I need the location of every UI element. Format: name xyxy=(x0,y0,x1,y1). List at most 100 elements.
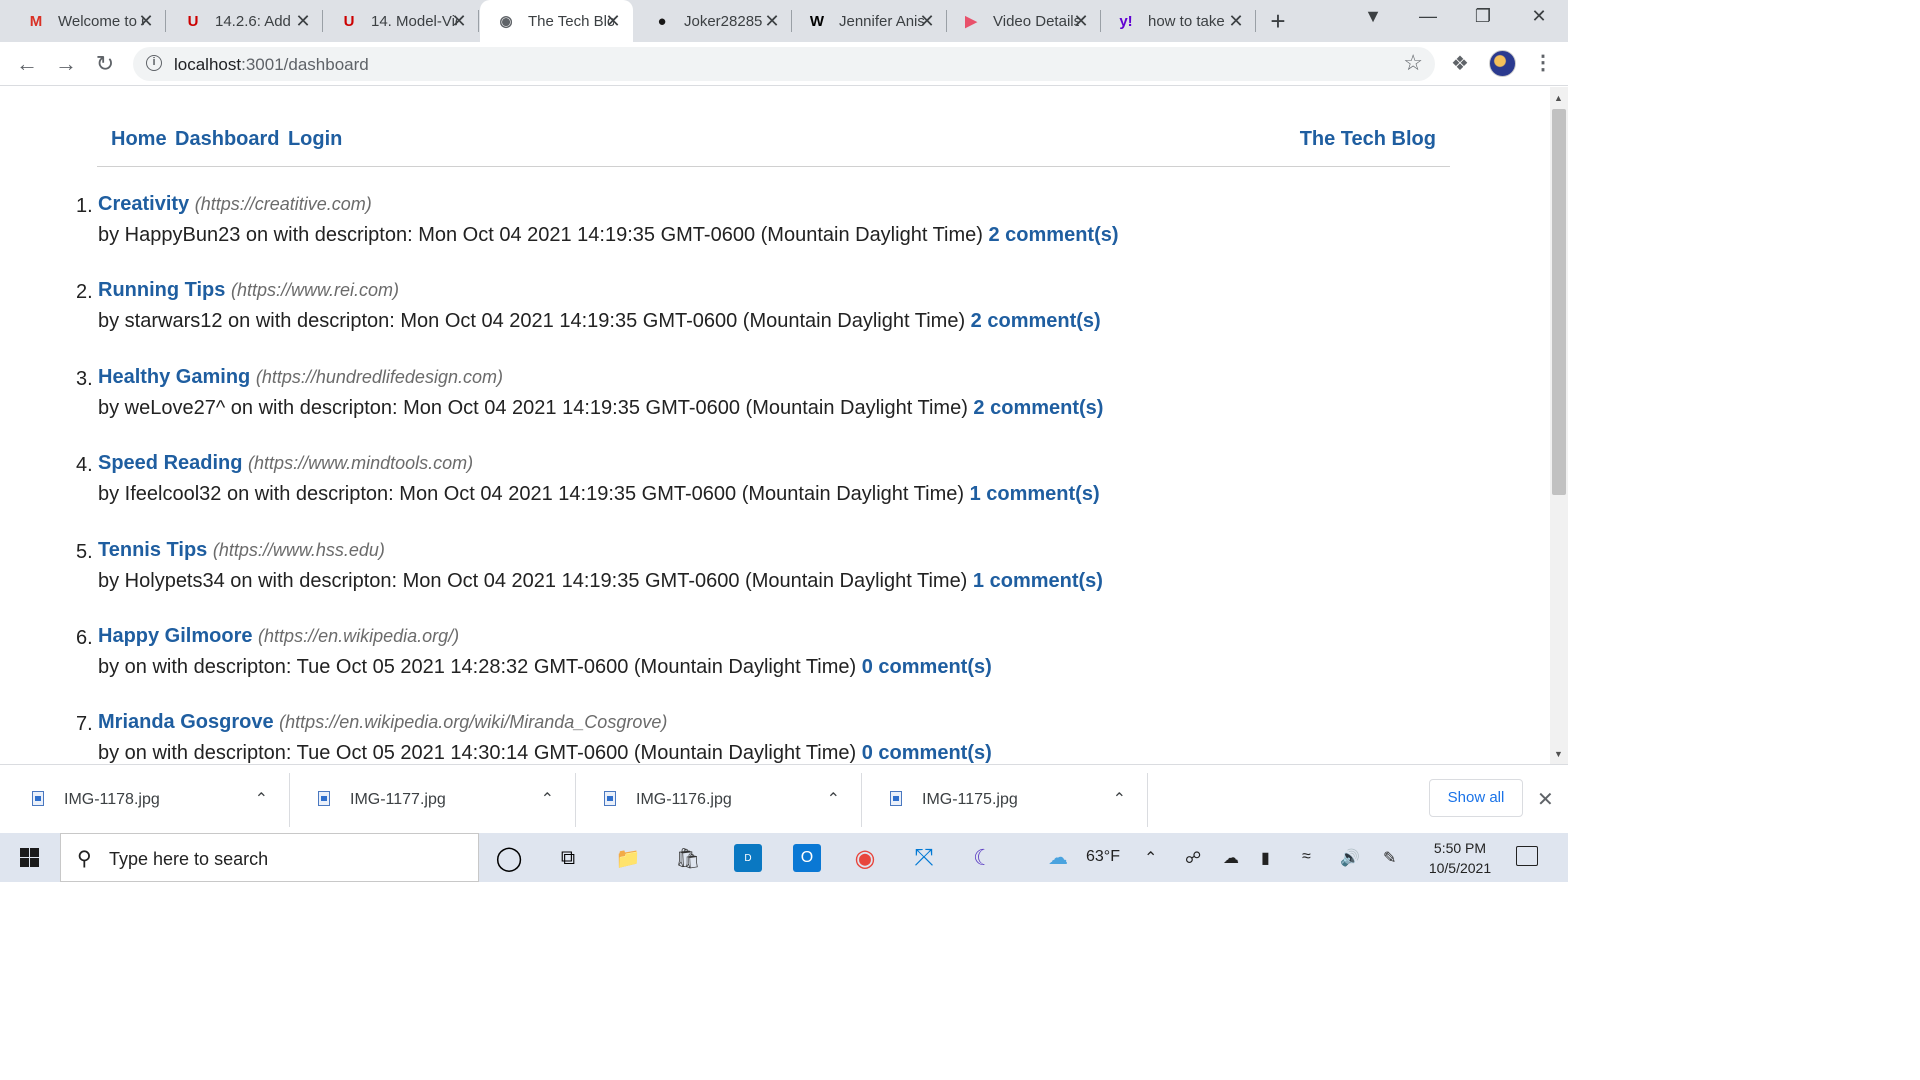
forward-button[interactable]: → xyxy=(52,50,80,78)
tab-search-icon[interactable]: ▼ xyxy=(1358,6,1388,27)
nav-login-link[interactable]: Login xyxy=(288,128,342,150)
post-title-link[interactable]: Happy Gilmoore xyxy=(98,625,252,647)
post-comments-link[interactable]: 0 comment(s) xyxy=(862,656,992,678)
restore-button[interactable]: ❐ xyxy=(1468,6,1498,27)
close-tab-icon[interactable]: ✕ xyxy=(136,11,156,32)
post-title-link[interactable]: Mrianda Gosgrove xyxy=(98,711,274,733)
nav-home-link[interactable]: Home xyxy=(111,128,167,150)
task-view-icon[interactable]: ⧉ xyxy=(554,844,582,872)
url-text[interactable]: localhost:3001/dashboard xyxy=(174,55,369,75)
chrome-icon[interactable]: ◉ xyxy=(851,844,879,872)
close-tab-icon[interactable]: ✕ xyxy=(1071,11,1091,32)
download-item[interactable]: IMG-1177.jpg ⌃ xyxy=(290,765,576,834)
system-clock[interactable]: 5:50 PM 10/5/2021 xyxy=(1420,838,1500,878)
browser-tab[interactable]: y! how to take ✕ xyxy=(1100,0,1256,42)
address-bar[interactable]: i localhost:3001/dashboard ☆ xyxy=(133,47,1435,81)
browser-tab[interactable]: W Jennifer Aniston✕ xyxy=(791,0,947,42)
cortana-blue-icon[interactable]: O xyxy=(793,844,821,872)
post-comments-link[interactable]: 2 comment(s) xyxy=(973,397,1103,419)
post-number: 3. xyxy=(76,367,93,390)
app-moon-icon[interactable]: ☾ xyxy=(969,844,997,872)
site-brand-link[interactable]: The Tech Blog xyxy=(1300,128,1436,150)
pen-icon[interactable]: ✎ xyxy=(1383,848,1396,868)
post-title-link[interactable]: Running Tips xyxy=(98,279,225,301)
scrollbar-thumb[interactable] xyxy=(1552,109,1566,495)
download-item[interactable]: IMG-1178.jpg ⌃ xyxy=(4,765,290,834)
browser-tab[interactable]: U 14.2.6: Add ✕ xyxy=(167,0,323,42)
post-comments-link[interactable]: 0 comment(s) xyxy=(862,742,992,764)
back-button[interactable]: ← xyxy=(13,50,41,78)
post-comments-link[interactable]: 2 comment(s) xyxy=(971,310,1101,332)
browser-tab[interactable]: ▶ Video Details ✕ xyxy=(945,0,1101,42)
site-navbar: Home Dashboard Login The Tech Blog xyxy=(97,125,1450,167)
vscode-icon[interactable]: ⤧ xyxy=(910,844,938,872)
page-scrollbar[interactable]: ▲ ▼ xyxy=(1550,87,1568,764)
battery-icon[interactable]: ▮ xyxy=(1261,848,1270,868)
post-meta: by Holypets34 on with descripton: Mon Oc… xyxy=(98,570,1103,593)
scroll-up-arrow-icon[interactable]: ▲ xyxy=(1554,93,1563,103)
bookmark-star-icon[interactable]: ☆ xyxy=(1403,50,1423,76)
post-url: (https://creatitive.com) xyxy=(194,194,372,214)
weather-icon[interactable]: ☁ xyxy=(1048,845,1068,870)
image-file-icon xyxy=(32,791,44,806)
chevron-up-icon[interactable]: ⌃ xyxy=(1113,789,1126,809)
extensions-puzzle-icon[interactable]: ❖ xyxy=(1451,51,1469,76)
browser-toolbar: ← → ↻ i localhost:3001/dashboard ☆ xyxy=(0,42,1568,86)
download-item[interactable]: IMG-1175.jpg ⌃ xyxy=(862,765,1148,834)
close-tab-icon[interactable]: ✕ xyxy=(1226,11,1246,32)
post-item: 4. Speed Reading (https://www.mindtools.c… xyxy=(0,446,1300,532)
post-title-link[interactable]: Creativity xyxy=(98,193,189,215)
windows-start-icon[interactable] xyxy=(20,848,39,867)
tab-title: 14.2.6: Add xyxy=(215,12,291,30)
post-title-link[interactable]: Healthy Gaming xyxy=(98,366,250,388)
close-tab-icon[interactable]: ✕ xyxy=(917,11,937,32)
post-comments-link[interactable]: 2 comment(s) xyxy=(989,224,1119,246)
browser-tab[interactable]: M Welcome to Gmail✕ xyxy=(10,0,166,42)
chevron-up-icon[interactable]: ⌃ xyxy=(255,789,268,809)
post-url: (https://www.mindtools.com) xyxy=(248,453,474,474)
meet-now-icon[interactable]: ☍ xyxy=(1185,848,1201,868)
browser-tab[interactable]: ◉ The Tech Blog✕ xyxy=(480,0,633,42)
tab-title: 14. Model-View xyxy=(371,12,457,30)
volume-icon[interactable]: 🔊 xyxy=(1340,848,1360,868)
close-tab-icon[interactable]: ✕ xyxy=(762,11,782,32)
profile-avatar[interactable] xyxy=(1489,50,1516,77)
weather-temp[interactable]: 63°F xyxy=(1086,848,1120,866)
download-item[interactable]: IMG-1176.jpg ⌃ xyxy=(576,765,862,834)
post-comments-link[interactable]: 1 comment(s) xyxy=(970,483,1100,505)
show-all-downloads-button[interactable]: Show all xyxy=(1429,779,1523,817)
chevron-up-icon[interactable]: ⌃ xyxy=(827,789,840,809)
close-tab-icon[interactable]: ✕ xyxy=(603,11,623,32)
close-window-button[interactable]: ✕ xyxy=(1524,6,1554,27)
notifications-icon[interactable] xyxy=(1516,846,1538,866)
browser-tab[interactable]: ● Joker28285 ✕ xyxy=(636,0,792,42)
image-file-icon xyxy=(318,791,330,806)
nav-dashboard-link[interactable]: Dashboard xyxy=(175,128,279,150)
post-heading: Running Tips (https://www.rei.com) xyxy=(98,279,399,302)
browser-menu-icon[interactable]: ⋮ xyxy=(1533,50,1553,75)
browser-tab[interactable]: U 14. Model-View✕ xyxy=(323,0,479,42)
post-comments-link[interactable]: 1 comment(s) xyxy=(973,570,1103,592)
close-tab-icon[interactable]: ✕ xyxy=(293,11,313,32)
store-icon[interactable]: 🛍 xyxy=(674,844,702,872)
onedrive-icon[interactable]: ☁ xyxy=(1223,848,1239,868)
reload-button[interactable]: ↻ xyxy=(91,50,119,78)
close-tab-icon[interactable]: ✕ xyxy=(449,11,469,32)
post-title-link[interactable]: Tennis Tips xyxy=(98,539,207,561)
yahoo-icon: y! xyxy=(1119,12,1133,30)
close-downloads-bar-icon[interactable]: ✕ xyxy=(1537,787,1554,812)
post-title-link[interactable]: Speed Reading xyxy=(98,452,242,474)
chevron-up-icon[interactable]: ⌃ xyxy=(541,789,554,809)
wifi-icon[interactable]: ≈ xyxy=(1302,848,1311,866)
post-url: (https://en.wikipedia.org/) xyxy=(258,625,460,646)
tray-chevron-icon[interactable]: ⌃ xyxy=(1144,848,1157,868)
minimize-button[interactable]: — xyxy=(1413,6,1443,27)
cortana-icon[interactable]: ◯ xyxy=(495,844,523,872)
new-tab-button[interactable]: + xyxy=(1265,6,1291,37)
taskbar-search-box[interactable]: ⚲ Type here to search xyxy=(60,833,479,882)
file-explorer-icon[interactable]: 📁 xyxy=(614,844,642,872)
github-icon: ● xyxy=(657,12,667,30)
dell-icon[interactable]: D xyxy=(734,844,762,872)
site-info-icon[interactable]: i xyxy=(146,55,162,71)
scroll-down-arrow-icon[interactable]: ▼ xyxy=(1554,749,1563,759)
